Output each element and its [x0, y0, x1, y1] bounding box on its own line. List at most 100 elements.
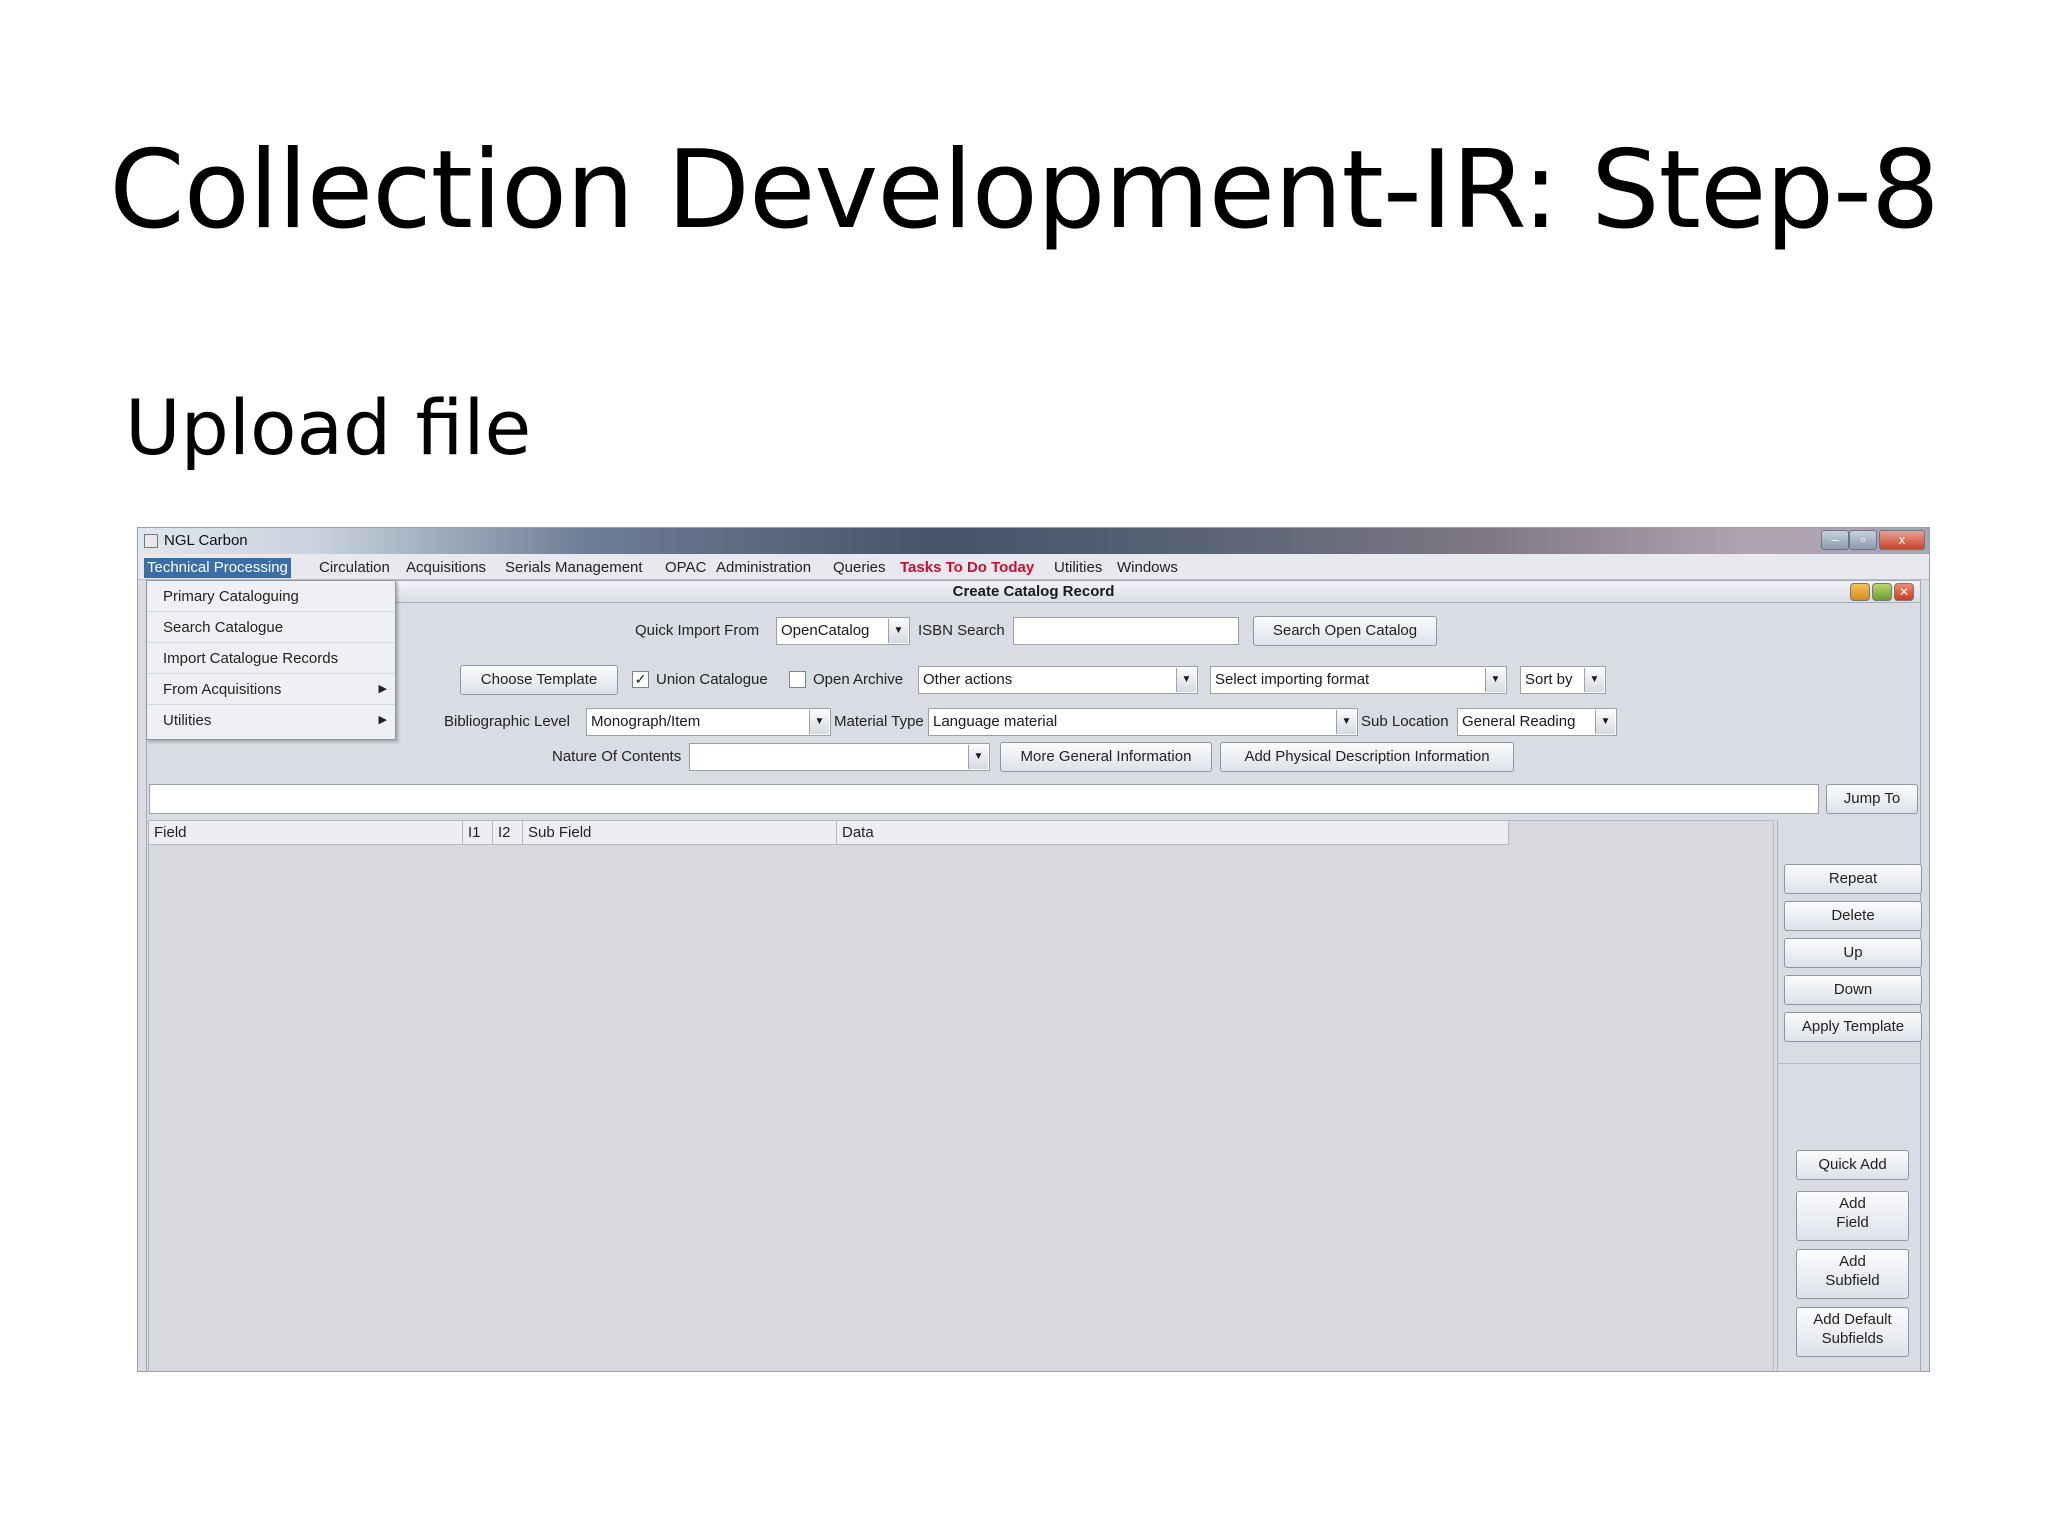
add-default-line2: Subfields: [1821, 1330, 1884, 1347]
menu-import-catalogue-records-label: Import Catalogue Records: [163, 650, 339, 667]
material-type-label: Material Type: [834, 713, 924, 730]
bibliographic-level-select[interactable]: Monograph/Item ▼: [586, 708, 831, 736]
maximize-icon[interactable]: ▫: [1849, 530, 1877, 550]
menu-serials-management[interactable]: Serials Management: [502, 558, 646, 578]
col-field[interactable]: Field: [149, 821, 463, 845]
menu-technical-processing[interactable]: Technical Processing: [144, 558, 291, 578]
delete-button[interactable]: Delete: [1784, 901, 1922, 931]
menu-utilities-sub-label: Utilities: [163, 712, 212, 729]
menu-import-catalogue-records[interactable]: Import Catalogue Records: [147, 643, 395, 674]
more-general-information-button[interactable]: More General Information: [1000, 742, 1212, 772]
import-format-value: Select importing format: [1215, 671, 1370, 688]
add-field-line1: Add: [1839, 1195, 1866, 1212]
add-field-button[interactable]: Add Field: [1796, 1191, 1909, 1241]
quick-add-button[interactable]: Quick Add: [1796, 1150, 1909, 1180]
col-i2[interactable]: I2: [493, 821, 523, 845]
menu-primary-cataloguing-label: Primary Cataloguing: [163, 588, 299, 605]
col-i1[interactable]: I1: [463, 821, 493, 845]
slide-subtitle: Upload file: [125, 383, 532, 472]
close-icon[interactable]: x: [1879, 530, 1925, 550]
add-physical-description-button[interactable]: Add Physical Description Information: [1220, 742, 1514, 772]
side-divider: [1778, 1063, 1920, 1064]
nature-of-contents-label: Nature Of Contents: [552, 748, 682, 765]
bibliographic-level-label: Bibliographic Level: [444, 713, 570, 730]
frame-title: Create Catalog Record: [147, 581, 1920, 603]
open-archive-checkbox[interactable]: [789, 671, 806, 688]
apply-template-button[interactable]: Apply Template: [1784, 1012, 1922, 1042]
submenu-arrow-icon: ▶: [378, 683, 387, 695]
material-type-select[interactable]: Language material ▼: [928, 708, 1358, 736]
side-button-panel: Repeat Delete Up Down Apply Template Qui…: [1777, 820, 1922, 1371]
search-open-catalog-button[interactable]: Search Open Catalog: [1253, 616, 1437, 646]
minimize-icon[interactable]: –: [1821, 530, 1849, 550]
choose-template-button[interactable]: Choose Template: [460, 665, 618, 695]
chevron-down-icon: ▼: [1336, 710, 1356, 734]
frame-close-icon[interactable]: ✕: [1894, 583, 1914, 601]
menu-opac[interactable]: OPAC: [662, 558, 709, 578]
open-archive-label: Open Archive: [813, 671, 904, 688]
app-window: NGL Carbon – ▫ x Technical Processing Ci…: [137, 527, 1930, 1372]
repeat-button[interactable]: Repeat: [1784, 864, 1922, 894]
material-type-value: Language material: [933, 713, 1058, 730]
nature-of-contents-select[interactable]: ▼: [689, 743, 990, 771]
isbn-search-label: ISBN Search: [918, 622, 1005, 639]
menu-tasks-to-do-today[interactable]: Tasks To Do Today: [897, 558, 1037, 578]
chevron-down-icon: ▼: [1595, 710, 1615, 734]
app-icon: [144, 534, 158, 548]
sub-location-label: Sub Location: [1361, 713, 1449, 730]
sort-by-select[interactable]: Sort by ▼: [1520, 666, 1606, 694]
jump-to-button[interactable]: Jump To: [1826, 784, 1918, 814]
create-catalog-record-frame: Create Catalog Record ✕ Quick Import Fro…: [146, 580, 1922, 1371]
menu-utilities[interactable]: Utilities: [1051, 558, 1105, 578]
other-actions-value: Other actions: [923, 671, 1013, 688]
other-actions-select[interactable]: Other actions ▼: [918, 666, 1198, 694]
add-default-line1: Add Default: [1813, 1311, 1892, 1328]
union-catalogue-label: Union Catalogue: [656, 671, 768, 688]
quick-import-value: OpenCatalog: [781, 622, 870, 639]
frame-maximize-icon[interactable]: [1872, 583, 1892, 601]
menu-from-acquisitions[interactable]: From Acquisitions ▶: [147, 674, 395, 705]
menu-utilities-sub[interactable]: Utilities ▶: [147, 705, 395, 736]
down-button[interactable]: Down: [1784, 975, 1922, 1005]
up-button[interactable]: Up: [1784, 938, 1922, 968]
submenu-arrow-icon: ▶: [378, 714, 387, 726]
quick-import-label: Quick Import From: [635, 622, 760, 639]
sub-location-select[interactable]: General Reading ▼: [1457, 708, 1617, 736]
slide-title: Collection Development-IR: Step-8: [109, 128, 1939, 253]
marc-field-table[interactable]: Field I1 I2 Sub Field Data: [148, 820, 1774, 1371]
technical-processing-menu: Primary Cataloguing Search Catalogue Imp…: [146, 580, 396, 740]
sort-by-value: Sort by: [1525, 671, 1573, 688]
window-title: NGL Carbon: [164, 532, 248, 549]
quick-import-select[interactable]: OpenCatalog ▼: [776, 617, 910, 645]
chevron-down-icon: ▼: [1584, 668, 1604, 692]
chevron-down-icon: ▼: [888, 619, 908, 643]
chevron-down-icon: ▼: [968, 745, 988, 769]
menu-from-acquisitions-label: From Acquisitions: [163, 681, 282, 698]
import-format-select[interactable]: Select importing format ▼: [1210, 666, 1507, 694]
menu-search-catalogue[interactable]: Search Catalogue: [147, 612, 395, 643]
menu-administration[interactable]: Administration: [713, 558, 814, 578]
window-titlebar[interactable]: NGL Carbon – ▫ x: [138, 528, 1929, 554]
bibliographic-level-value: Monograph/Item: [591, 713, 701, 730]
menu-circulation[interactable]: Circulation: [316, 558, 393, 578]
menu-acquisitions[interactable]: Acquisitions: [403, 558, 489, 578]
frame-minimize-icon[interactable]: [1850, 583, 1870, 601]
chevron-down-icon: ▼: [1176, 668, 1196, 692]
add-default-subfields-button[interactable]: Add Default Subfields: [1796, 1307, 1909, 1357]
menu-primary-cataloguing[interactable]: Primary Cataloguing: [147, 581, 395, 612]
table-header: Field I1 I2 Sub Field Data: [149, 821, 1509, 845]
add-field-line2: Field: [1836, 1214, 1869, 1231]
chevron-down-icon: ▼: [1485, 668, 1505, 692]
col-sub-field[interactable]: Sub Field: [523, 821, 837, 845]
sub-location-value: General Reading: [1462, 713, 1576, 730]
jump-to-input[interactable]: [149, 784, 1819, 814]
menu-windows[interactable]: Windows: [1114, 558, 1181, 578]
add-subfield-line1: Add: [1839, 1253, 1866, 1270]
union-catalogue-checkbox[interactable]: ✓: [632, 671, 649, 688]
menu-search-catalogue-label: Search Catalogue: [163, 619, 284, 636]
add-subfield-button[interactable]: Add Subfield: [1796, 1249, 1909, 1299]
isbn-search-input[interactable]: [1013, 617, 1239, 645]
col-data[interactable]: Data: [837, 821, 1509, 845]
menu-queries[interactable]: Queries: [830, 558, 889, 578]
chevron-down-icon: ▼: [809, 710, 829, 734]
